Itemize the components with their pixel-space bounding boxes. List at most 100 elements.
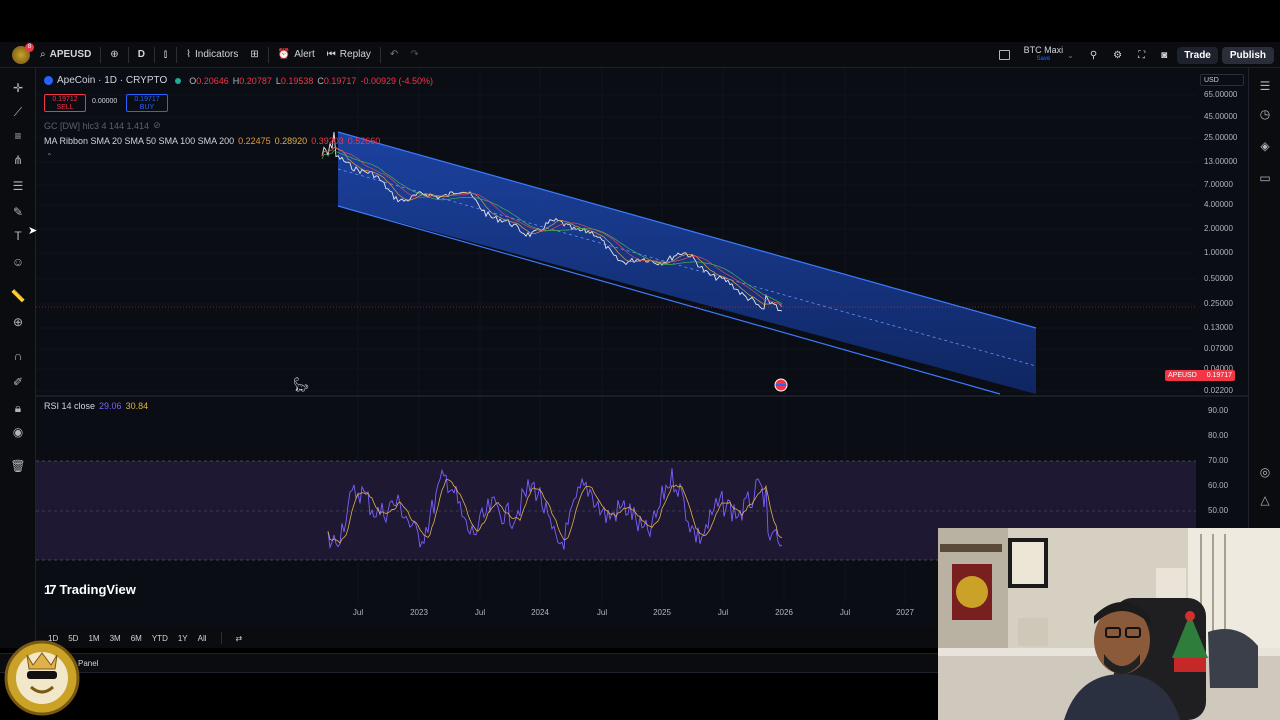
- trendline-icon[interactable]: ⟋: [8, 102, 28, 122]
- ruler-icon[interactable]: 📏: [8, 286, 28, 306]
- close-value: 0.19717: [323, 75, 357, 86]
- top-toolbar: 8 ⌕ APEUSD ⊕ D ⫾ ⌇ Indicators ⊞ ⏰ Alert …: [0, 42, 1280, 68]
- snapshot-button[interactable]: ◙: [1155, 44, 1173, 66]
- trash-icon[interactable]: 🗑︎: [8, 456, 28, 476]
- panel-tab[interactable]: Panel: [78, 659, 98, 668]
- main-legend[interactable]: ApeCoin · 1D · CRYPTO O0.20646 H0.20787 …: [44, 75, 433, 86]
- price-axis-label: 0.02200: [1204, 386, 1233, 395]
- dinosaur-icon: 🦕︎: [292, 376, 310, 392]
- current-price: 0.19717: [1206, 372, 1232, 379]
- time-axis-label: 2023: [410, 608, 428, 617]
- emoji-icon[interactable]: ☺: [8, 252, 28, 272]
- candles-icon: ⫾: [163, 49, 168, 60]
- fib-icon[interactable]: ☰: [8, 176, 28, 196]
- watchlist-icon[interactable]: ☰: [1255, 76, 1275, 96]
- pine-icon[interactable]: △: [1255, 490, 1275, 510]
- screen-root: 8 ⌕ APEUSD ⊕ D ⫾ ⌇ Indicators ⊞ ⏰ Alert …: [0, 0, 1280, 720]
- timeframe-1y[interactable]: 1Y: [174, 632, 192, 645]
- compare-button[interactable]: ⊕: [104, 44, 124, 66]
- toolbar-right: BTC Maxi Save ⌄ ⚲ ⚙ ⛶ ◙ Trade Publish: [993, 44, 1274, 66]
- eye-icon[interactable]: ◉: [8, 422, 28, 442]
- current-symbol: APEUSD: [1168, 372, 1197, 379]
- lock-icon[interactable]: 🔒︎: [8, 398, 28, 418]
- search-icon: ⌕: [40, 49, 46, 60]
- target-icon[interactable]: ◎: [1255, 462, 1275, 482]
- timeframe-1m[interactable]: 1M: [84, 632, 103, 645]
- publish-button[interactable]: Publish: [1221, 46, 1274, 64]
- timeframe-all[interactable]: All: [194, 632, 211, 645]
- interval-label: D: [137, 49, 145, 60]
- symbol-search[interactable]: ⌕ APEUSD: [34, 44, 97, 66]
- chat-icon[interactable]: ▭: [1255, 168, 1275, 188]
- replay-button[interactable]: ⏮ Replay: [321, 44, 377, 66]
- time-axis-label: 2026: [775, 608, 793, 617]
- bottom-panel-bar: Panel: [0, 653, 940, 673]
- timeframe-6m[interactable]: 6M: [127, 632, 146, 645]
- undo-button[interactable]: ↶: [384, 44, 404, 66]
- magnet-icon[interactable]: ∩: [8, 346, 28, 366]
- timeframe-3m[interactable]: 3M: [106, 632, 125, 645]
- alert-label: Alert: [294, 49, 315, 60]
- chart-type-button[interactable]: ⫾: [158, 44, 173, 66]
- redo-icon: ↷: [410, 49, 419, 60]
- layout-name: BTC Maxi: [1023, 45, 1064, 55]
- avatar[interactable]: 8: [12, 42, 34, 64]
- redo-button[interactable]: ↷: [404, 44, 424, 66]
- brand-label: TradingView: [59, 582, 136, 597]
- buy-button[interactable]: 0.19717 BUY: [126, 94, 168, 112]
- ma-value-100: 0.39203: [311, 136, 344, 146]
- collapse-legend-button[interactable]: ⌃: [46, 152, 53, 161]
- cursor-icon: ➤: [28, 225, 38, 237]
- layers-icon[interactable]: ◈: [1255, 136, 1275, 156]
- zoom-in-icon[interactable]: ⊕: [8, 312, 28, 332]
- layout-save-label: Save: [1036, 56, 1051, 62]
- rsi-axis-label: 90.00: [1208, 406, 1229, 415]
- user-menu[interactable]: 8: [0, 42, 34, 66]
- crosshair-icon[interactable]: ✛: [8, 78, 28, 98]
- replay-icon: ⏮: [326, 49, 336, 60]
- price-axis-label: 45.00000: [1204, 112, 1238, 121]
- settings-button[interactable]: ⚙: [1107, 44, 1128, 66]
- trade-button[interactable]: Trade: [1177, 46, 1218, 64]
- fullscreen-button[interactable]: ⛶: [1132, 44, 1151, 66]
- brush-icon[interactable]: ✎: [8, 202, 28, 222]
- timeframe-5d[interactable]: 5D: [64, 632, 82, 645]
- indicators-button[interactable]: ⌇ Indicators: [180, 44, 244, 66]
- ohlc-close: C0.19717: [317, 75, 357, 86]
- ma-ribbon-legend[interactable]: MA Ribbon SMA 20 SMA 50 SMA 100 SMA 200 …: [44, 136, 380, 146]
- time-axis-label: 2025: [653, 608, 671, 617]
- tradingview-logo[interactable]: 17 TradingView: [44, 582, 136, 597]
- time-axis-label: 2024: [531, 608, 549, 617]
- undo-icon: ↶: [389, 49, 399, 60]
- symbol-title: ApeCoin · 1D · CRYPTO: [57, 75, 168, 86]
- currency-select[interactable]: USD: [1200, 74, 1244, 86]
- rsi-label: RSI 14 close: [44, 401, 96, 411]
- notification-badge: 8: [25, 42, 34, 52]
- divider: [176, 46, 178, 63]
- descending-channel[interactable]: [338, 132, 1036, 394]
- pencil-lock-icon[interactable]: ✐: [8, 372, 28, 392]
- webcam-feed: [938, 528, 1280, 720]
- alert-button[interactable]: ⏰ Alert: [272, 44, 321, 66]
- text-icon[interactable]: T: [8, 226, 28, 246]
- timeframe-ytd[interactable]: YTD: [148, 632, 172, 645]
- alerts-clock-icon[interactable]: ◷: [1255, 104, 1275, 124]
- ma-ribbon-label: MA Ribbon SMA 20 SMA 50 SMA 100 SMA 200: [44, 136, 235, 146]
- alarm-icon: ⏰: [277, 49, 291, 60]
- ohlc-low: L0.19538: [275, 75, 314, 86]
- sell-button[interactable]: 0.19712 SELL: [44, 94, 86, 112]
- templates-button[interactable]: ⊞: [244, 44, 264, 66]
- eye-hidden-icon[interactable]: ⊘: [153, 120, 161, 131]
- webcam-overlay: [938, 528, 1280, 720]
- date-range-icon[interactable]: ⇄: [232, 632, 247, 645]
- pitchfork-icon[interactable]: ⋔: [8, 150, 28, 170]
- change-value: -0.00929 (-4.50%): [360, 75, 433, 86]
- gc-indicator-legend[interactable]: GC [DW] hlc3 4 144 1.414 ⊘: [44, 120, 161, 131]
- rsi-value-2: 30.84: [125, 401, 149, 411]
- quick-search-button[interactable]: ⚲: [1084, 44, 1103, 66]
- horizontal-lines-icon[interactable]: ≡: [8, 126, 28, 146]
- rsi-legend[interactable]: RSI 14 close 29.06 30.84: [44, 401, 148, 411]
- layout-select[interactable]: BTC Maxi Save ⌄: [993, 44, 1080, 66]
- interval-button[interactable]: D: [132, 44, 151, 66]
- chevron-up-icon: ⌃: [46, 152, 53, 161]
